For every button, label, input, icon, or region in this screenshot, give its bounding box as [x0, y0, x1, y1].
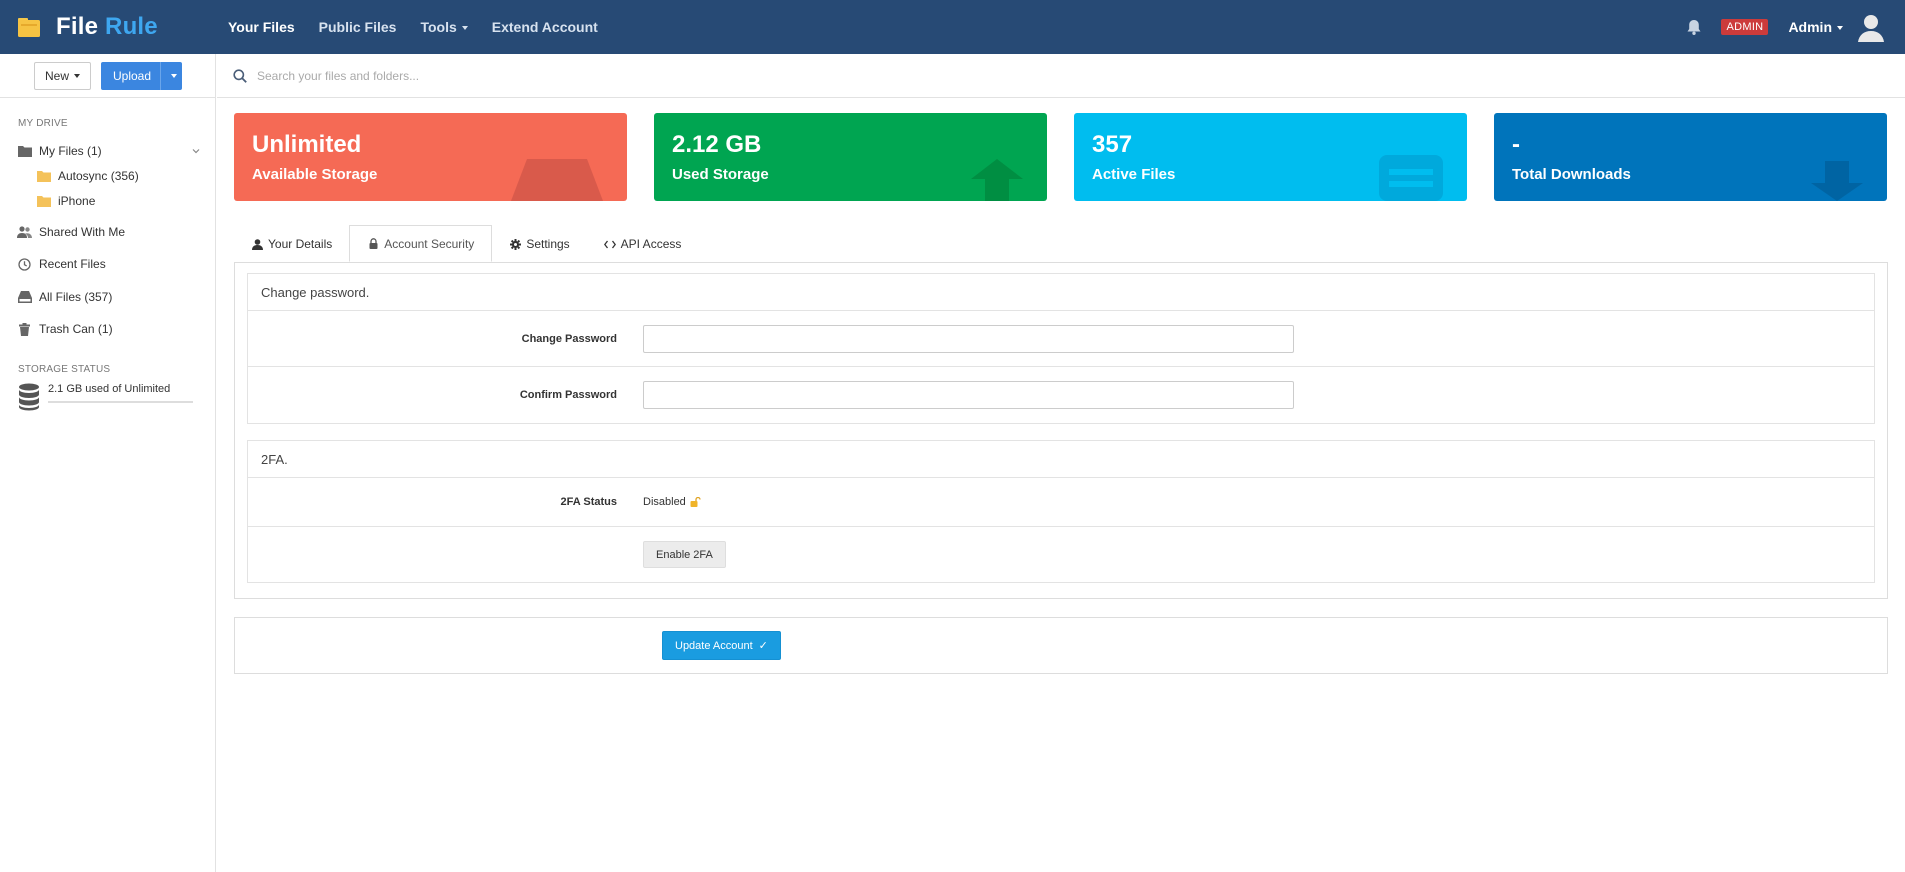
brand-name: File Rule	[56, 13, 158, 40]
change-password-input[interactable]	[643, 324, 1294, 353]
sidebar-item-recent[interactable]: Recent Files	[0, 253, 215, 275]
new-button[interactable]: New	[34, 61, 91, 90]
card-total-downloads: - Total Downloads	[1494, 113, 1887, 201]
change-password-section: Change password. Change Password Confirm…	[247, 273, 1875, 424]
tab-api-access[interactable]: API Access	[587, 226, 699, 262]
nav-your-files[interactable]: Your Files	[228, 19, 295, 35]
nav-tools[interactable]: Tools	[420, 19, 468, 35]
update-account-button[interactable]: Update Account ✓	[662, 631, 781, 660]
storage-usage-text: 2.1 GB used of Unlimited	[48, 383, 171, 395]
drive-icon	[17, 291, 32, 303]
chevron-down-icon[interactable]	[191, 146, 201, 156]
twofa-status-label: 2FA Status	[560, 496, 617, 508]
my-drive-heading: MY DRIVE	[18, 118, 68, 129]
card-available-storage: Unlimited Available Storage	[234, 113, 627, 201]
folder-icon	[36, 170, 51, 182]
caret-down-icon	[74, 74, 80, 78]
folder-logo-icon	[18, 18, 40, 37]
users-icon	[17, 226, 32, 238]
stat-cards: Unlimited Available Storage 2.12 GB Used…	[234, 113, 1887, 201]
card-active-files: 357 Active Files	[1074, 113, 1467, 201]
sidebar-item-my-files[interactable]: My Files (1)	[0, 140, 215, 162]
download-arrow-icon	[1811, 161, 1863, 201]
folder-icon	[17, 146, 32, 157]
confirm-password-input[interactable]	[643, 381, 1294, 409]
change-password-label: Change Password	[521, 332, 617, 345]
user-icon	[251, 238, 263, 250]
check-icon: ✓	[758, 640, 768, 652]
trash-icon	[19, 322, 30, 336]
caret-down-icon	[461, 25, 468, 30]
bell-icon[interactable]	[1683, 16, 1705, 38]
change-password-row: Change Password	[248, 311, 1874, 367]
unlock-icon	[690, 497, 701, 507]
sidebar-folder-autosync[interactable]: Autosync (356)	[0, 165, 215, 187]
nav-public-files[interactable]: Public Files	[319, 19, 397, 35]
nav-extend-account[interactable]: Extend Account	[492, 19, 598, 35]
twofa-section: 2FA. 2FA Status Disabled Enable 2FA	[247, 440, 1875, 583]
clock-icon	[18, 257, 31, 271]
tab-settings[interactable]: Settings	[492, 226, 586, 262]
sidebar-item-shared[interactable]: Shared With Me	[0, 221, 215, 243]
avatar-icon[interactable]	[1855, 11, 1887, 43]
twofa-status-row: 2FA Status Disabled	[248, 478, 1874, 527]
caret-down-icon	[1837, 25, 1843, 30]
top-navbar: File Rule Your Files Public Files Tools …	[0, 0, 1905, 54]
caret-down-icon	[170, 74, 177, 78]
code-icon	[603, 240, 616, 248]
brand[interactable]: File Rule	[0, 13, 228, 41]
sidebar-item-trash[interactable]: Trash Can (1)	[0, 318, 215, 340]
card-used-storage: 2.12 GB Used Storage	[654, 113, 1047, 201]
user-menu[interactable]: Admin	[1788, 19, 1843, 35]
database-icon	[19, 383, 39, 411]
form-actions: Update Account ✓	[234, 617, 1888, 674]
sidebar-item-all-files[interactable]: All Files (357)	[0, 286, 215, 308]
upload-button[interactable]: Upload	[101, 61, 182, 90]
admin-badge: ADMIN	[1721, 19, 1769, 35]
storage-status-heading: STORAGE STATUS	[18, 364, 111, 375]
sidebar: New Upload MY DRIVE My Files (1) Autosyn…	[0, 54, 216, 872]
sidebar-folder-iphone[interactable]: iPhone	[0, 190, 215, 212]
upload-arrow-icon	[971, 159, 1023, 201]
drive-icon	[511, 159, 603, 201]
enable-2fa-button[interactable]: Enable 2FA	[643, 541, 726, 568]
twofa-heading: 2FA.	[248, 441, 1874, 478]
enable-2fa-row: Enable 2FA	[248, 527, 1874, 582]
tab-your-details[interactable]: Your Details	[234, 226, 349, 262]
search-input[interactable]	[257, 68, 857, 83]
tab-account-security[interactable]: Account Security	[349, 225, 493, 262]
account-tabs: Your Details Account Security Settings A…	[234, 225, 699, 262]
change-password-heading: Change password.	[248, 274, 1874, 311]
confirm-password-row: Confirm Password	[248, 367, 1874, 423]
search-bar	[217, 54, 1905, 98]
account-security-panel: Change password. Change Password Confirm…	[234, 262, 1888, 599]
storage-status: 2.1 GB used of Unlimited	[0, 383, 215, 411]
confirm-password-label: Confirm Password	[519, 389, 617, 401]
storage-progress-bar	[48, 401, 193, 403]
gear-icon	[509, 238, 521, 250]
folder-icon	[36, 195, 51, 207]
search-icon	[233, 68, 247, 83]
lock-icon	[369, 238, 378, 249]
upload-dropdown-toggle[interactable]	[161, 73, 181, 78]
file-icon	[1379, 155, 1443, 201]
twofa-status-value: Disabled	[643, 496, 702, 508]
